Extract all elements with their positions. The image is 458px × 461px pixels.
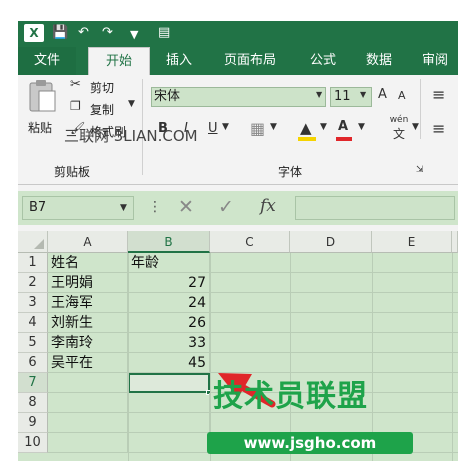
brand-url: www.jsgho.com bbox=[207, 432, 413, 454]
brand-logo-text: 技术员联盟 bbox=[213, 379, 368, 414]
